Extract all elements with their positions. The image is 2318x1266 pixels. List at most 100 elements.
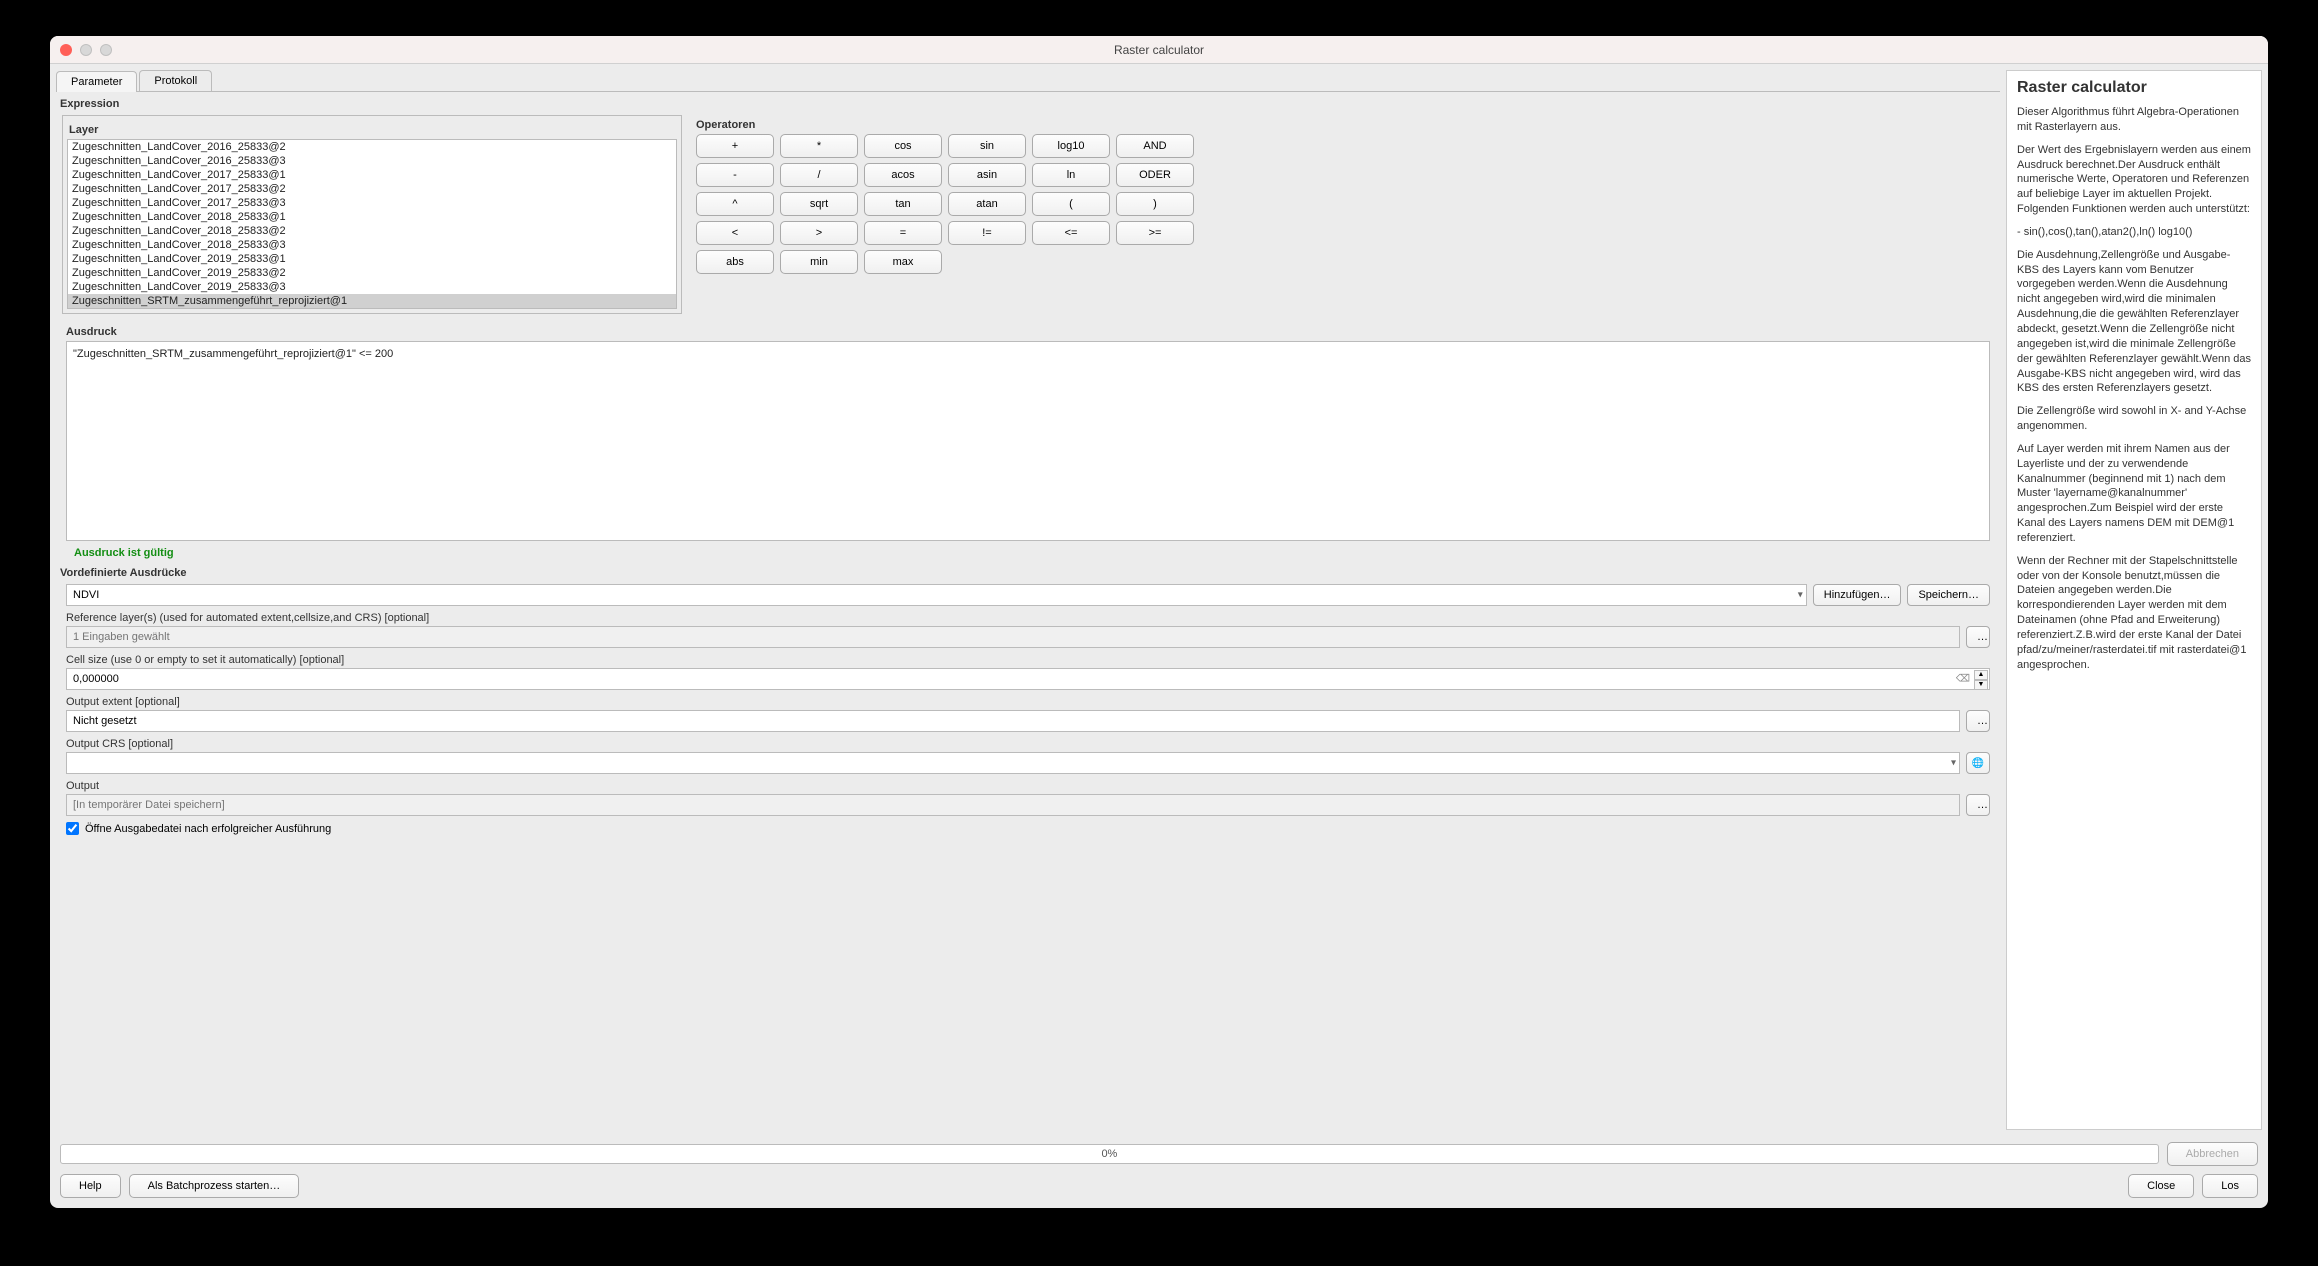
output-label: Output — [56, 776, 2000, 792]
layer-item[interactable]: Zugeschnitten_LandCover_2017_25833@3 — [68, 196, 676, 210]
save-predefined-button[interactable]: Speichern… — [1907, 584, 1990, 606]
help-panel: Raster calculator Dieser Algorithmus füh… — [2006, 70, 2262, 1130]
op-abs[interactable]: abs — [696, 250, 774, 274]
run-button[interactable]: Los — [2202, 1174, 2258, 1198]
help-text: Die Ausdehnung,Zellengröße und Ausgabe-K… — [2017, 248, 2251, 396]
crs-label: Output CRS [optional] — [56, 734, 2000, 750]
op-log10[interactable]: log10 — [1032, 134, 1110, 158]
window-title: Raster calculator — [50, 43, 2268, 57]
op-eq[interactable]: = — [864, 221, 942, 245]
op-sin[interactable]: sin — [948, 134, 1026, 158]
window-minimize-icon[interactable] — [80, 44, 92, 56]
extent-input[interactable] — [66, 710, 1960, 732]
op-rparen[interactable]: ) — [1116, 192, 1194, 216]
op-acos[interactable]: acos — [864, 163, 942, 187]
reference-label: Reference layer(s) (used for automated e… — [56, 608, 2000, 624]
op-gte[interactable]: >= — [1116, 221, 1194, 245]
predefined-label: Vordefinierte Ausdrücke — [60, 567, 2000, 579]
op-multiply[interactable]: * — [780, 134, 858, 158]
open-after-label: Öffne Ausgabedatei nach erfolgreicher Au… — [85, 823, 331, 835]
layer-list[interactable]: Zugeschnitten_LandCover_2016_25833@2 Zug… — [67, 139, 677, 309]
progress-text: 0% — [1101, 1148, 1117, 1160]
op-neq[interactable]: != — [948, 221, 1026, 245]
cancel-button: Abbrechen — [2167, 1142, 2258, 1166]
predefined-value[interactable] — [66, 584, 1807, 606]
help-text: - sin(),cos(),tan(),atan2(),ln() log10() — [2017, 225, 2251, 240]
op-minus[interactable]: - — [696, 163, 774, 187]
op-power[interactable]: ^ — [696, 192, 774, 216]
batch-button[interactable]: Als Batchprozess starten… — [129, 1174, 300, 1198]
reference-input — [66, 626, 1960, 648]
layer-item[interactable]: Zugeschnitten_SRTM_zusammengeführt_repro… — [68, 294, 676, 308]
progress-bar: 0% — [60, 1144, 2159, 1164]
op-max[interactable]: max — [864, 250, 942, 274]
titlebar: Raster calculator — [50, 36, 2268, 64]
window-maximize-icon[interactable] — [100, 44, 112, 56]
layer-item[interactable]: Zugeschnitten_LandCover_2018_25833@3 — [68, 238, 676, 252]
op-tan[interactable]: tan — [864, 192, 942, 216]
op-ln[interactable]: ln — [1032, 163, 1110, 187]
output-browse-button[interactable]: … — [1966, 794, 1990, 816]
extent-label: Output extent [optional] — [56, 692, 2000, 708]
tab-parameter[interactable]: Parameter — [56, 71, 137, 92]
op-sqrt[interactable]: sqrt — [780, 192, 858, 216]
op-lt[interactable]: < — [696, 221, 774, 245]
extent-browse-button[interactable]: … — [1966, 710, 1990, 732]
open-after-checkbox[interactable] — [66, 822, 79, 835]
ausdruck-label: Ausdruck — [66, 326, 1990, 338]
footer: 0% Abbrechen Help Als Batchprozess start… — [50, 1136, 2268, 1208]
help-text: Die Zellengröße wird sowohl in X- and Y-… — [2017, 404, 2251, 434]
layer-item[interactable]: Zugeschnitten_LandCover_2016_25833@3 — [68, 154, 676, 168]
layer-label: Layer — [69, 124, 677, 136]
operator-grid: + * cos sin log10 AND - / acos asin ln O… — [696, 134, 1990, 274]
output-input[interactable] — [66, 794, 1960, 816]
layer-item[interactable]: Zugeschnitten_LandCover_2019_25833@3 — [68, 280, 676, 294]
crs-picker-button[interactable]: 🌐 — [1966, 752, 1990, 774]
operators-label: Operatoren — [696, 119, 1990, 131]
clear-icon[interactable]: ⌫ — [1956, 674, 1970, 685]
reference-browse-button[interactable]: … — [1966, 626, 1990, 648]
layer-item[interactable]: Zugeschnitten_LandCover_2019_25833@2 — [68, 266, 676, 280]
globe-icon: 🌐 — [1972, 758, 1984, 769]
expression-valid-message: Ausdruck ist gültig — [74, 547, 1990, 559]
help-text: Der Wert des Ergebnislayern werden aus e… — [2017, 143, 2251, 217]
cellsize-input[interactable] — [66, 668, 1990, 690]
cellsize-label: Cell size (use 0 or empty to set it auto… — [56, 650, 2000, 666]
op-min[interactable]: min — [780, 250, 858, 274]
op-or[interactable]: ODER — [1116, 163, 1194, 187]
op-lparen[interactable]: ( — [1032, 192, 1110, 216]
expression-input[interactable]: "Zugeschnitten_SRTM_zusammengeführt_repr… — [66, 341, 1990, 541]
crs-input[interactable] — [66, 752, 1960, 774]
layer-item[interactable]: Zugeschnitten_LandCover_2018_25833@2 — [68, 224, 676, 238]
predefined-combo[interactable]: ▾ — [66, 584, 1807, 606]
op-and[interactable]: AND — [1116, 134, 1194, 158]
layer-item[interactable]: Zugeschnitten_LandCover_2016_25833@2 — [68, 140, 676, 154]
op-cos[interactable]: cos — [864, 134, 942, 158]
op-lte[interactable]: <= — [1032, 221, 1110, 245]
tab-protokoll[interactable]: Protokoll — [139, 70, 212, 91]
layer-item[interactable]: Zugeschnitten_LandCover_2017_25833@2 — [68, 182, 676, 196]
help-title: Raster calculator — [2017, 79, 2251, 97]
crs-combo[interactable]: ▾ — [66, 752, 1960, 774]
layer-item[interactable]: Zugeschnitten_LandCover_2019_25833@1 — [68, 252, 676, 266]
help-text: Auf Layer werden mit ihrem Namen aus der… — [2017, 442, 2251, 546]
layer-item[interactable]: Zugeschnitten_LandCover_2018_25833@1 — [68, 210, 676, 224]
cellsize-spinbox[interactable]: ⌫ ▲ ▼ — [66, 668, 1990, 690]
op-atan[interactable]: atan — [948, 192, 1026, 216]
op-divide[interactable]: / — [780, 163, 858, 187]
op-gt[interactable]: > — [780, 221, 858, 245]
close-button[interactable]: Close — [2128, 1174, 2194, 1198]
op-plus[interactable]: + — [696, 134, 774, 158]
spin-up-icon[interactable]: ▲ — [1974, 670, 1988, 680]
add-predefined-button[interactable]: Hinzufügen… — [1813, 584, 1902, 606]
window-close-icon[interactable] — [60, 44, 72, 56]
spin-down-icon[interactable]: ▼ — [1974, 680, 1988, 690]
help-text: Dieser Algorithmus führt Algebra-Operati… — [2017, 105, 2251, 135]
layer-item[interactable]: Zugeschnitten_LandCover_2017_25833@1 — [68, 168, 676, 182]
raster-calculator-window: Raster calculator Parameter Protokoll Ex… — [50, 36, 2268, 1208]
tab-bar: Parameter Protokoll — [56, 70, 2000, 92]
expression-label: Expression — [60, 98, 2000, 110]
help-text: Wenn der Rechner mit der Stapelschnittst… — [2017, 554, 2251, 673]
op-asin[interactable]: asin — [948, 163, 1026, 187]
help-button[interactable]: Help — [60, 1174, 121, 1198]
